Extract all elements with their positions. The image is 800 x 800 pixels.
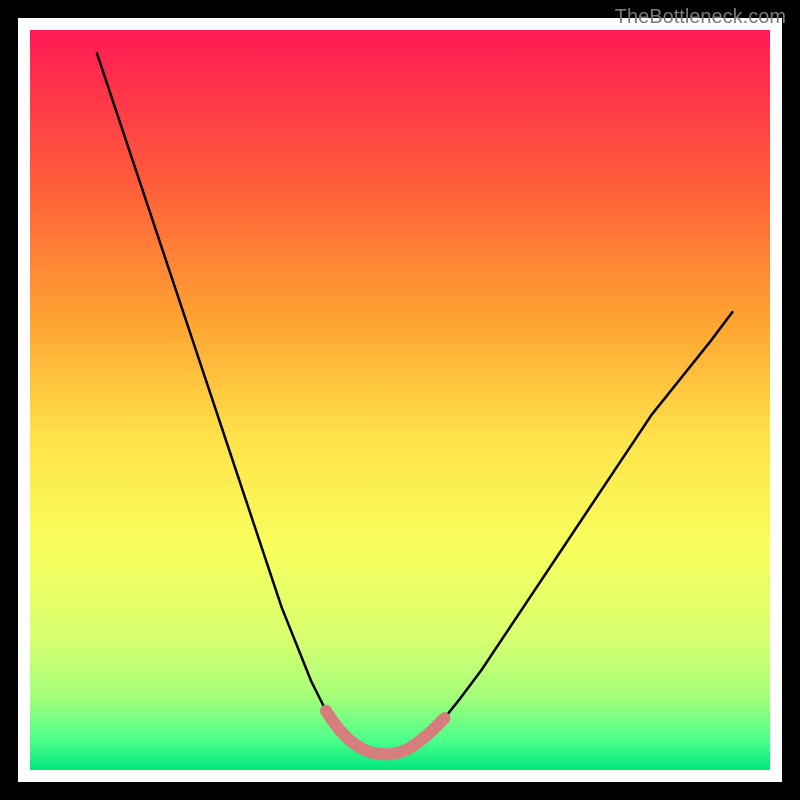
plot-background — [30, 30, 770, 770]
bottleneck-chart — [0, 0, 800, 800]
watermark-text: TheBottleneck.com — [615, 6, 786, 29]
